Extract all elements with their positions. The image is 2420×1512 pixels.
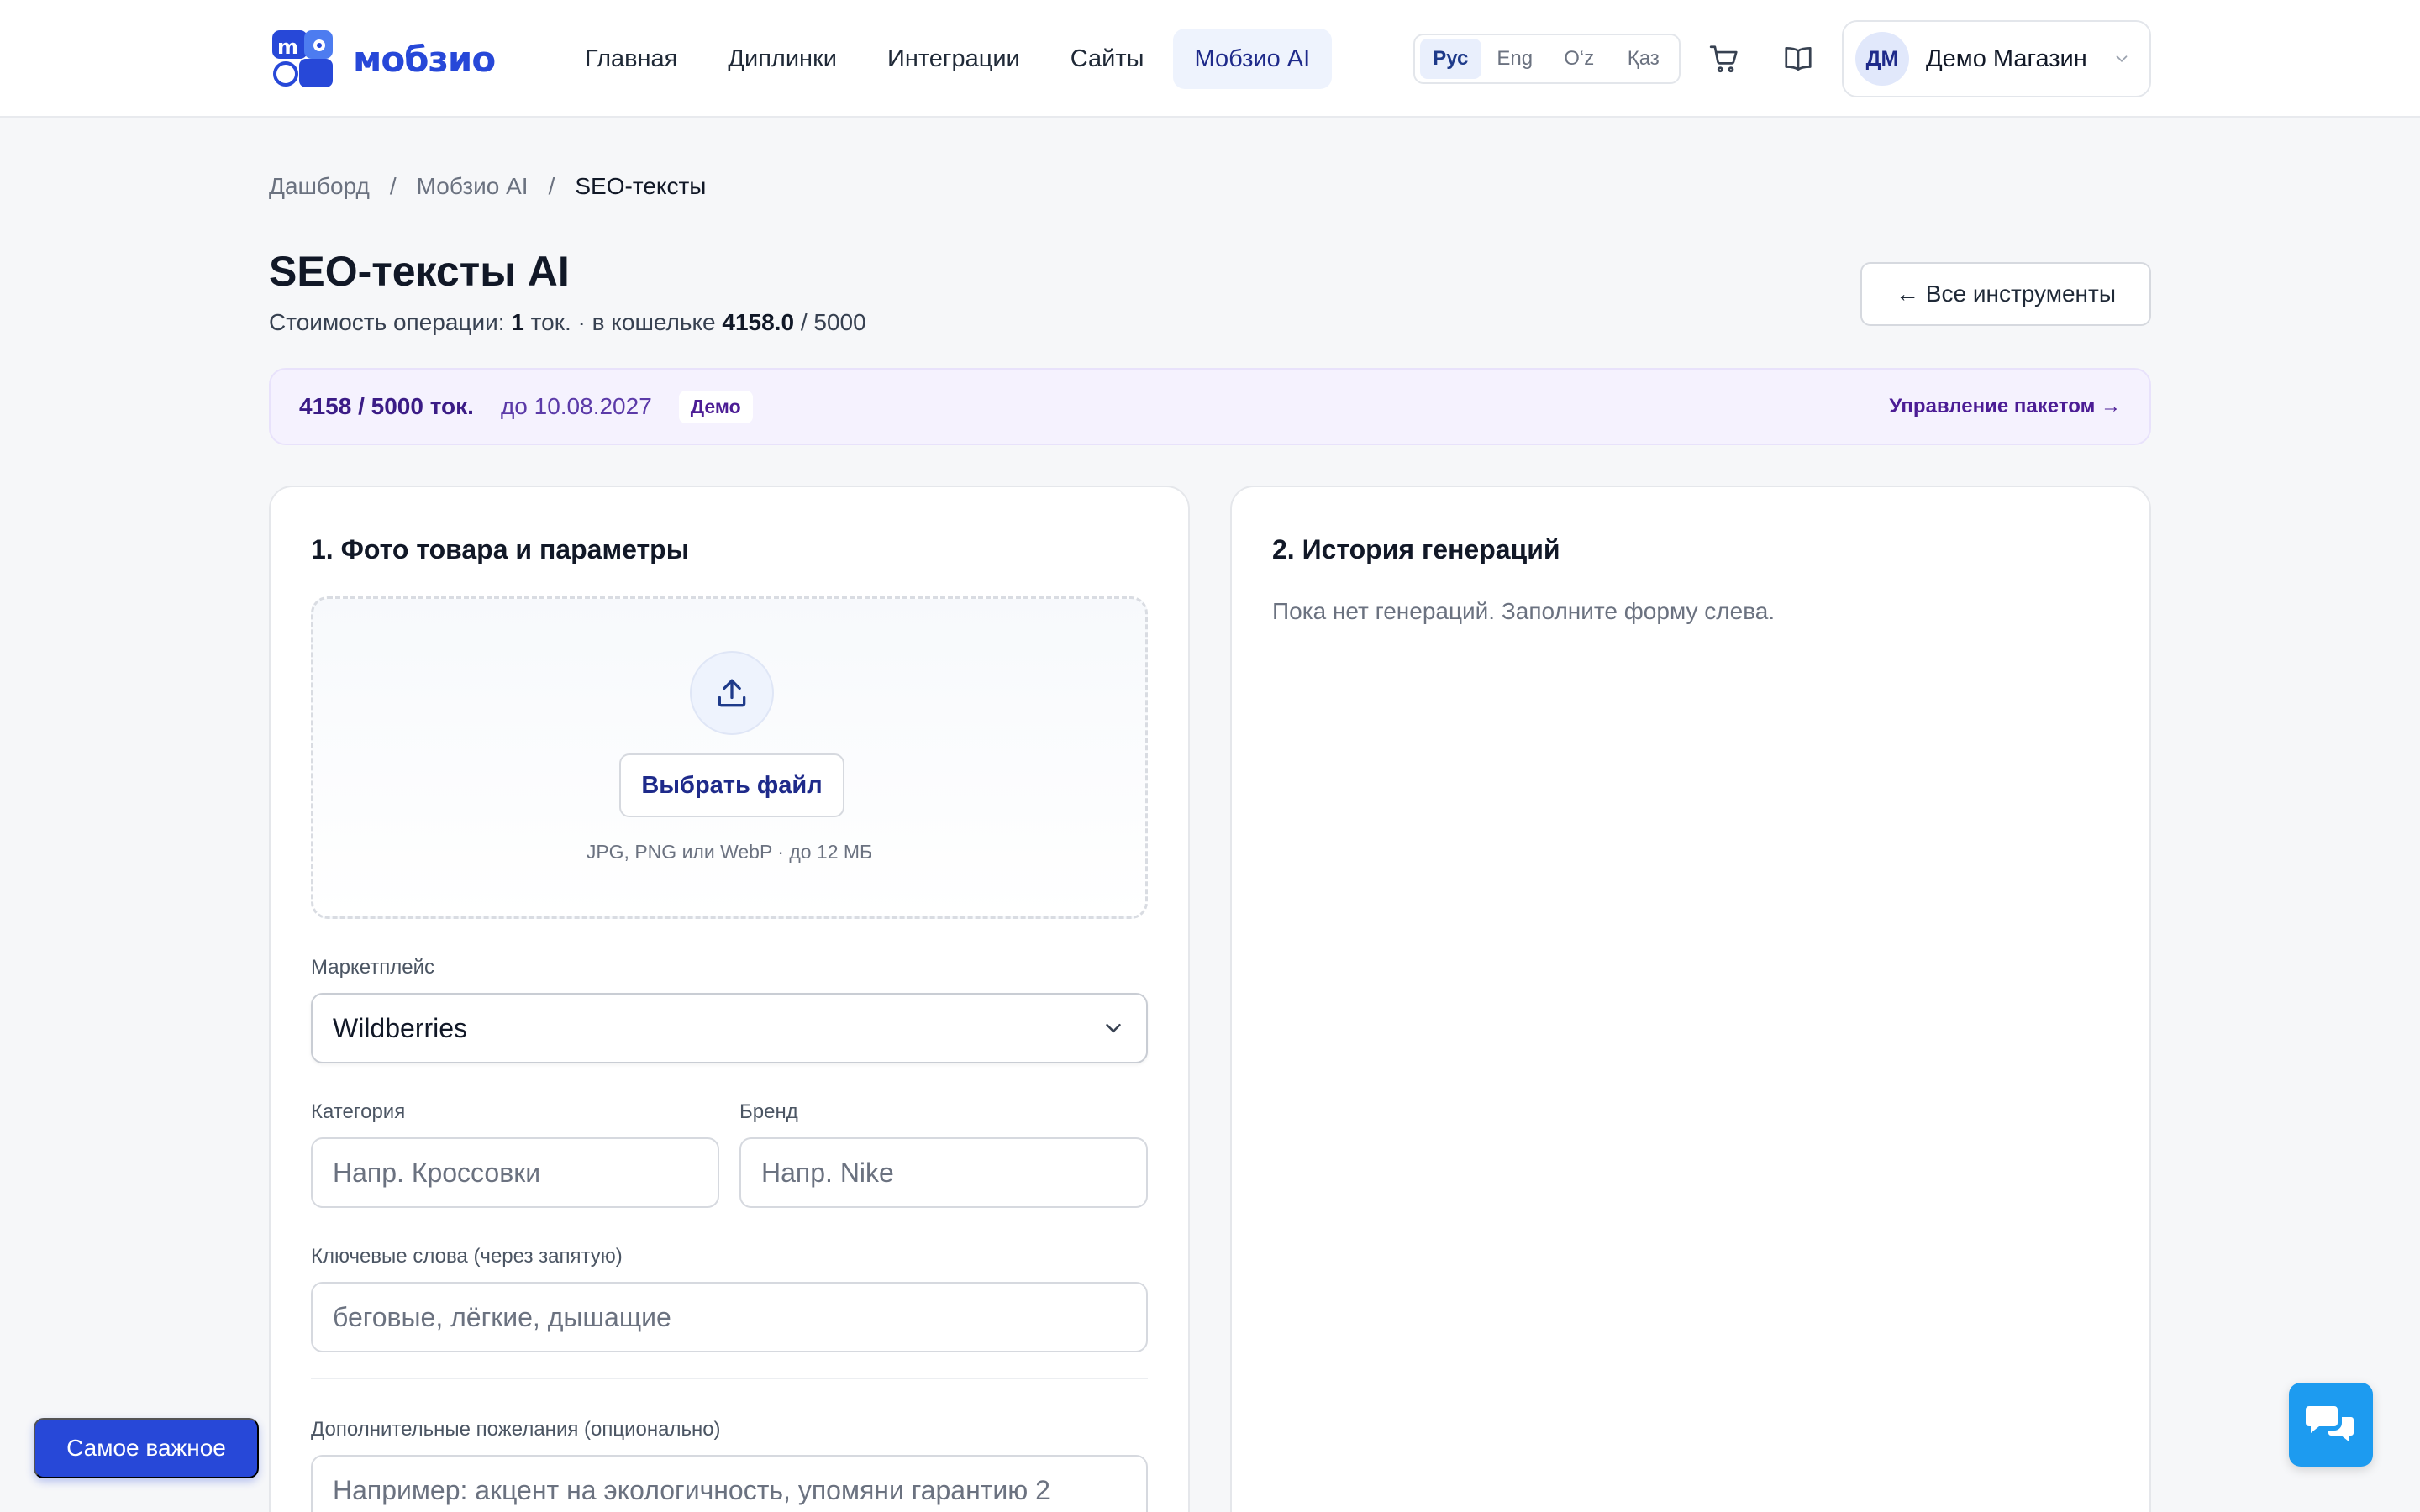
photo-dropzone[interactable]: Выбрать файл JPG, PNG или WebP · до 12 М… — [311, 596, 1148, 919]
logo-text: мобзио — [353, 38, 496, 80]
logo[interactable]: m мобзио — [269, 25, 496, 92]
upload-icon — [690, 651, 774, 735]
token-balance: 4158 / 5000 ток. — [299, 393, 474, 419]
breadcrumb-dashboard[interactable]: Дашборд — [269, 173, 370, 200]
lang-ru[interactable]: Рус — [1420, 39, 1481, 79]
keywords-label: Ключевые слова (через запятую) — [311, 1245, 623, 1268]
wishes-label: Дополнительные пожелания (опционально) — [311, 1418, 721, 1441]
form-card: 1. Фото товара и параметры Выбрать файл … — [269, 486, 1190, 1512]
language-switcher: Рус Eng O‘z Қаз — [1413, 34, 1681, 84]
nav-item-deeplinks[interactable]: Диплинки — [706, 29, 859, 89]
status-badge: Демо — [678, 390, 753, 423]
choose-file-button[interactable]: Выбрать файл — [619, 753, 844, 817]
breadcrumb-separator: / — [389, 173, 397, 199]
manage-package-link[interactable]: Управление пакетом → — [1889, 395, 2121, 418]
all-tools-button[interactable]: ← Все инструменты — [1860, 262, 2151, 326]
token-banner: 4158 / 5000 ток. до 10.08.2027 Демо Упра… — [269, 368, 2151, 445]
lang-kz[interactable]: Қаз — [1613, 39, 1675, 79]
nav-item-mobzio-ai[interactable]: Мобзио AI — [1172, 29, 1333, 89]
breadcrumb-current: SEO-тексты — [575, 173, 707, 199]
page-title: SEO-тексты AI — [269, 248, 570, 295]
chevron-down-icon — [2116, 55, 2128, 63]
chat-icon[interactable] — [2289, 1383, 2373, 1467]
upload-hint: JPG, PNG или WebP · до 12 МБ — [586, 841, 873, 863]
svg-text:m: m — [277, 35, 298, 59]
brand-label: Бренд — [739, 1100, 798, 1123]
divider — [311, 1378, 1148, 1379]
main-nav: Главная Диплинки Интеграции Сайты Мобзио… — [563, 29, 1333, 89]
cost-label: Стоимость операции: — [269, 309, 505, 335]
cart-icon[interactable] — [1704, 39, 1744, 79]
nav-item-sites[interactable]: Сайты — [1049, 29, 1166, 89]
chevron-down-icon — [1106, 1024, 1121, 1033]
breadcrumb: Дашборд / Мобзио AI / SEO-тексты — [269, 173, 706, 200]
cost-unit: ток. · в кошельке — [530, 309, 716, 335]
breadcrumb-separator: / — [548, 173, 555, 199]
history-title: 2. История генераций — [1272, 534, 1560, 564]
marketplace-value: Wildberries — [333, 1012, 468, 1043]
wallet-value: 4158.0 — [722, 309, 795, 335]
nav-item-integrations[interactable]: Интеграции — [865, 29, 1042, 89]
top-header: m мобзио Главная Диплинки Интеграции Сай… — [0, 0, 2420, 118]
marketplace-label: Маркетплейс — [311, 956, 435, 979]
history-card: 2. История генераций Пока нет генераций.… — [1230, 486, 2151, 1512]
user-menu[interactable]: ДМ Демо Магазин — [1842, 20, 2151, 97]
nav-item-home[interactable]: Главная — [563, 29, 699, 89]
important-button[interactable]: Самое важное — [34, 1418, 259, 1478]
cost-value: 1 — [511, 309, 524, 335]
form-title: 1. Фото товара и параметры — [311, 534, 690, 564]
wallet-total: / 5000 — [800, 309, 866, 335]
category-label: Категория — [311, 1100, 406, 1123]
keywords-input[interactable] — [311, 1282, 1148, 1352]
lang-en[interactable]: Eng — [1485, 39, 1546, 79]
operation-cost: Стоимость операции: 1 ток. · в кошельке … — [269, 309, 866, 336]
wishes-input[interactable] — [311, 1455, 1148, 1512]
book-icon[interactable] — [1778, 39, 1818, 79]
logo-icon: m — [272, 30, 333, 87]
history-empty-text: Пока нет генераций. Заполните форму слев… — [1272, 598, 1776, 624]
marketplace-select[interactable]: Wildberries — [311, 993, 1148, 1063]
user-name: Демо Магазин — [1926, 45, 2087, 72]
category-input[interactable] — [311, 1137, 719, 1208]
token-expiry: до 10.08.2027 — [500, 393, 652, 419]
brand-input[interactable] — [739, 1137, 1148, 1208]
breadcrumb-mobzio-ai[interactable]: Мобзио AI — [417, 173, 529, 200]
lang-uz[interactable]: O‘z — [1549, 39, 1610, 79]
avatar: ДМ — [1855, 32, 1909, 86]
